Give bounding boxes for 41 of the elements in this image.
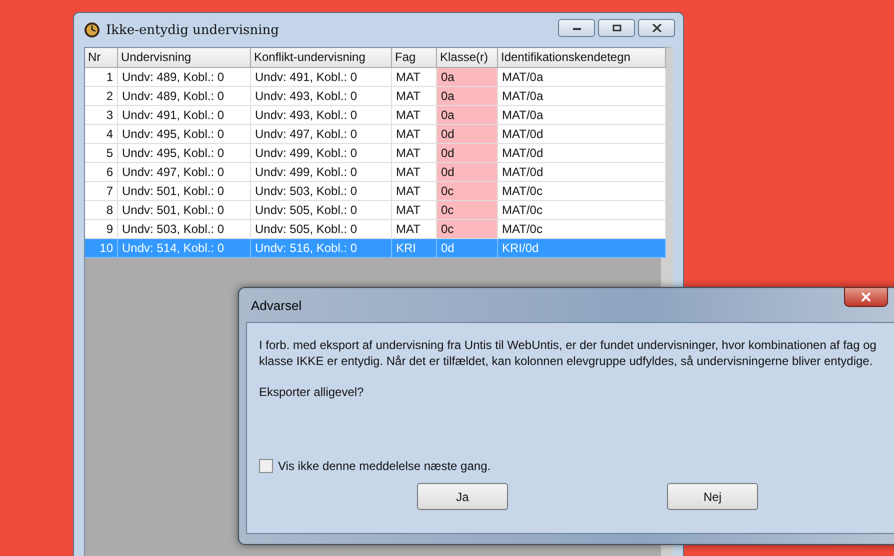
table-row[interactable]: 1 Undv: 489, Kobl.: 0 Undv: 491, Kobl.: 0 MAT 0a MAT/0a	[85, 68, 666, 87]
table-row[interactable]: 2 Undv: 489, Kobl.: 0 Undv: 493, Kobl.: 0 MAT 0a MAT/0a	[85, 87, 666, 106]
table-cell: 0d	[437, 163, 498, 182]
table-cell: 0c	[437, 220, 498, 239]
close-button[interactable]	[844, 287, 888, 307]
table-cell: 0d	[437, 144, 498, 163]
maximize-button[interactable]	[598, 19, 635, 37]
table-row[interactable]: 4 Undv: 495, Kobl.: 0 Undv: 497, Kobl.: 0 MAT 0d MAT/0d	[85, 125, 666, 144]
table-cell: 0c	[437, 201, 498, 220]
table-cell: 0c	[437, 182, 498, 201]
minimize-icon	[572, 25, 582, 31]
table-cell: 10	[85, 239, 118, 258]
table-cell: Undv: 514, Kobl.: 0	[118, 239, 251, 258]
table-cell: 0a	[437, 87, 498, 106]
checkbox[interactable]	[259, 459, 273, 473]
table-cell: KRI	[392, 239, 437, 258]
minimize-button[interactable]	[558, 19, 595, 37]
table-cell: 0d	[437, 125, 498, 144]
table-row[interactable]: 9 Undv: 503, Kobl.: 0 Undv: 505, Kobl.: 0 MAT 0c MAT/0c	[85, 220, 666, 239]
table-cell: 0a	[437, 106, 498, 125]
table-row[interactable]: 3 Undv: 491, Kobl.: 0 Undv: 493, Kobl.: 0 MAT 0a MAT/0a	[85, 106, 666, 125]
table-row[interactable]: 8 Undv: 501, Kobl.: 0 Undv: 505, Kobl.: 0 MAT 0c MAT/0c	[85, 201, 666, 220]
dialog-title: Advarsel	[251, 298, 302, 312]
table-cell: Undv: 516, Kobl.: 0	[251, 239, 392, 258]
window-title: Ikke-entydig undervisning	[106, 22, 279, 38]
no-button[interactable]: Nej	[667, 483, 758, 510]
close-icon	[652, 24, 662, 32]
close-icon	[860, 292, 872, 302]
table-row[interactable]: 6 Undv: 497, Kobl.: 0 Undv: 499, Kobl.: 0 MAT 0d MAT/0d	[85, 163, 666, 182]
table-row[interactable]: 7 Undv: 501, Kobl.: 0 Undv: 503, Kobl.: 0 MAT 0c MAT/0c	[85, 182, 666, 201]
question-text: Eksporter alligevel?	[259, 385, 365, 399]
yes-button[interactable]: Ja	[417, 483, 508, 510]
table-cell: 0d	[437, 239, 498, 258]
table-cell: KRI/0d	[498, 239, 666, 258]
clock-icon	[84, 22, 100, 38]
maximize-icon	[612, 24, 622, 32]
checkbox-label: Vis ikke denne meddelelse næste gang.	[278, 459, 491, 473]
close-button[interactable]	[638, 19, 675, 37]
table-cell: 0a	[437, 68, 498, 87]
table-row[interactable]: 5 Undv: 495, Kobl.: 0 Undv: 499, Kobl.: 0 MAT 0d MAT/0d	[85, 144, 666, 163]
warning-message: I forb. med eksport af undervisning fra Untis til WebUntis, er der fundet undervisninger, hvor kombinationen af fag og klasse IKKE er entydig. Når det er tilfældet, kan kolonnen elevgruppe udfyldes, så undervisningerne bliver entydige.	[259, 337, 878, 369]
